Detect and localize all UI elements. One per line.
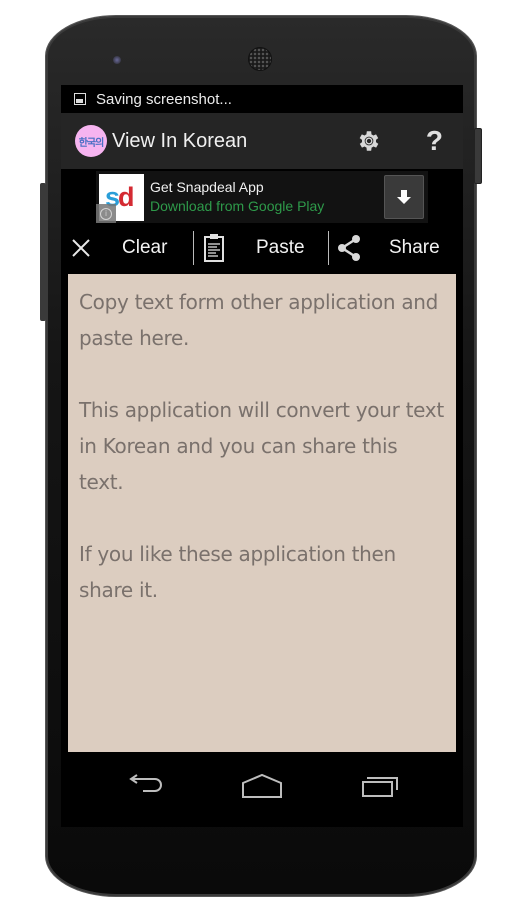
power-button [474,128,482,184]
info-icon: i [100,207,112,220]
ad-subtitle: Download from Google Play [150,198,325,214]
help-button[interactable]: ? [426,125,443,157]
earpiece-speaker [249,48,271,70]
status-bar: Saving screenshot... [61,85,463,113]
clear-button[interactable]: Clear [61,225,193,271]
ad-banner[interactable]: sd i Get Snapdeal App Download from Goog… [61,169,463,225]
clipboard-icon [204,234,224,262]
settings-button[interactable] [356,128,426,154]
clear-label: Clear [122,237,168,258]
share-button[interactable]: Share [329,225,463,271]
recents-icon[interactable] [361,773,401,799]
volume-button [40,183,46,321]
front-camera [113,56,121,64]
ad-download-button[interactable] [384,175,424,219]
screen: Saving screenshot... 한국의 View In Korean … [61,85,463,827]
image-icon [74,93,86,105]
ad-info-button[interactable]: i [96,204,116,223]
close-icon [72,239,90,257]
status-text: Saving screenshot... [96,90,232,108]
navigation-bar [61,757,463,827]
share-label: Share [389,237,440,258]
ad-title: Get Snapdeal App [150,179,264,195]
app-title: View In Korean [112,129,248,152]
logo-d: d [118,182,134,212]
app-logo[interactable]: 한국의 [75,125,107,157]
ad-container[interactable]: sd i Get Snapdeal App Download from Goog… [96,171,428,223]
download-arrow-icon [397,190,411,204]
back-icon[interactable] [125,773,163,799]
toolbar: Clear Paste Share [61,225,463,271]
paste-button[interactable]: Paste [194,225,328,271]
text-input-area[interactable]: Copy text form other application and pas… [68,274,456,752]
home-icon[interactable] [241,773,283,799]
app-logo-text: 한국의 [78,137,105,149]
gear-icon [359,131,379,151]
action-bar: 한국의 View In Korean ? [61,113,463,169]
share-icon [338,235,360,261]
paste-label: Paste [256,237,305,258]
